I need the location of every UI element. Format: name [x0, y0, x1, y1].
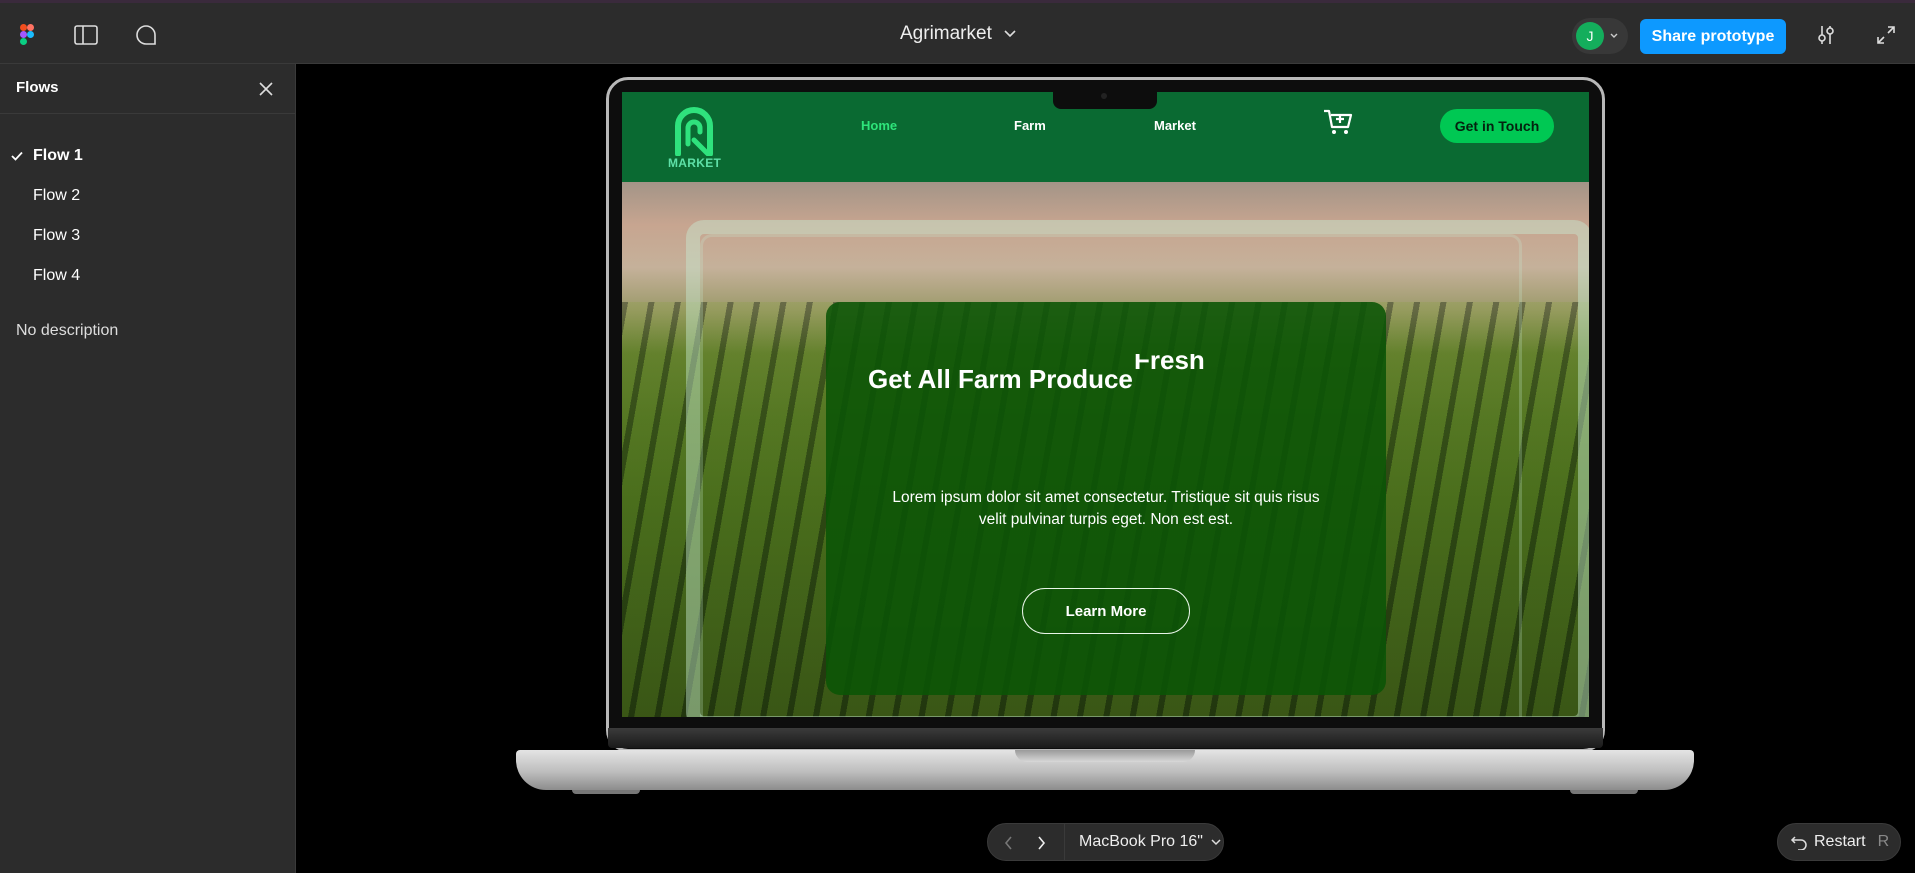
hero-text: Lorem ipsum dolor sit amet consectetur. …	[892, 489, 1320, 528]
sidebar-title: Flows	[16, 79, 59, 96]
learn-more-button[interactable]: Learn More	[1022, 588, 1190, 634]
sidebar-header: Flows	[0, 64, 295, 114]
check-icon	[11, 151, 23, 161]
flow-label: Flow 1	[33, 147, 83, 164]
laptop-hinge	[608, 728, 1603, 748]
flow-item-1[interactable]: Flow 1	[0, 136, 295, 176]
top-toolbar: Agrimarket J Share prototype	[0, 0, 1915, 64]
flow-item-3[interactable]: Flow 3	[0, 216, 295, 256]
restart-icon	[1790, 836, 1807, 850]
flow-label: Flow 2	[33, 187, 81, 204]
comment-icon[interactable]	[132, 21, 160, 49]
flow-item-4[interactable]: Flow 4	[0, 256, 295, 296]
nav-market[interactable]: Market	[1154, 118, 1196, 133]
share-prototype-button[interactable]: Share prototype	[1640, 19, 1786, 54]
restart-shortcut: R	[1877, 833, 1890, 850]
chevron-left-icon	[1004, 836, 1012, 850]
device-label: MacBook Pro 16"	[1079, 833, 1203, 850]
close-icon[interactable]	[256, 79, 276, 99]
nav-farm[interactable]: Farm	[1014, 118, 1046, 133]
chevron-right-icon	[1038, 836, 1046, 850]
get-in-touch-button[interactable]: Get in Touch	[1440, 109, 1554, 143]
previous-frame-button[interactable]	[996, 830, 1022, 856]
settings-sliders-icon[interactable]	[1812, 21, 1840, 49]
camera-notch	[1053, 89, 1157, 109]
file-title-dropdown[interactable]: Agrimarket	[900, 23, 1016, 45]
prototype-navigation: MacBook Pro 16"	[987, 823, 1224, 861]
restart-label: Restart	[1814, 833, 1866, 850]
flow-label: Flow 4	[33, 267, 81, 284]
laptop-trackpad-notch	[1015, 750, 1195, 762]
fullscreen-icon[interactable]	[1872, 21, 1900, 49]
laptop-foot	[572, 790, 640, 794]
chevron-down-icon	[1004, 30, 1016, 38]
laptop-foot	[1570, 790, 1638, 794]
hero-section: Get All Farm Produce Fresh Lorem ipsum d…	[622, 182, 1589, 717]
user-menu[interactable]: J	[1572, 18, 1628, 54]
flows-sidebar: Flows Flow 1 Flow 2 Flow 3 Flow 4 No des…	[0, 64, 296, 873]
sidebar-toggle-icon[interactable]	[72, 21, 100, 49]
avatar: J	[1576, 22, 1604, 50]
chevron-down-icon	[1211, 838, 1221, 845]
flow-description: No description	[16, 322, 119, 339]
file-title: Agrimarket	[900, 23, 992, 44]
flow-label: Flow 3	[33, 227, 81, 244]
chevron-down-icon	[1610, 33, 1618, 38]
restart-button[interactable]: Restart R	[1777, 823, 1901, 861]
flow-item-2[interactable]: Flow 2	[0, 176, 295, 216]
nav-home[interactable]: Home	[861, 118, 897, 133]
hero-animated-word: Fresh	[1134, 354, 1204, 375]
logo-text: MARKET	[668, 156, 722, 170]
prototype-screen[interactable]: MARKET Home Farm Market Get in Touch Get…	[622, 92, 1589, 717]
hero-card: Get All Farm Produce Fresh Lorem ipsum d…	[826, 302, 1386, 695]
next-frame-button[interactable]	[1028, 830, 1054, 856]
figma-logo-icon[interactable]	[13, 21, 41, 49]
cart-icon[interactable]	[1322, 106, 1354, 138]
device-selector[interactable]: MacBook Pro 16"	[1064, 824, 1221, 860]
hero-title: Get All Farm Produce	[868, 364, 1133, 394]
